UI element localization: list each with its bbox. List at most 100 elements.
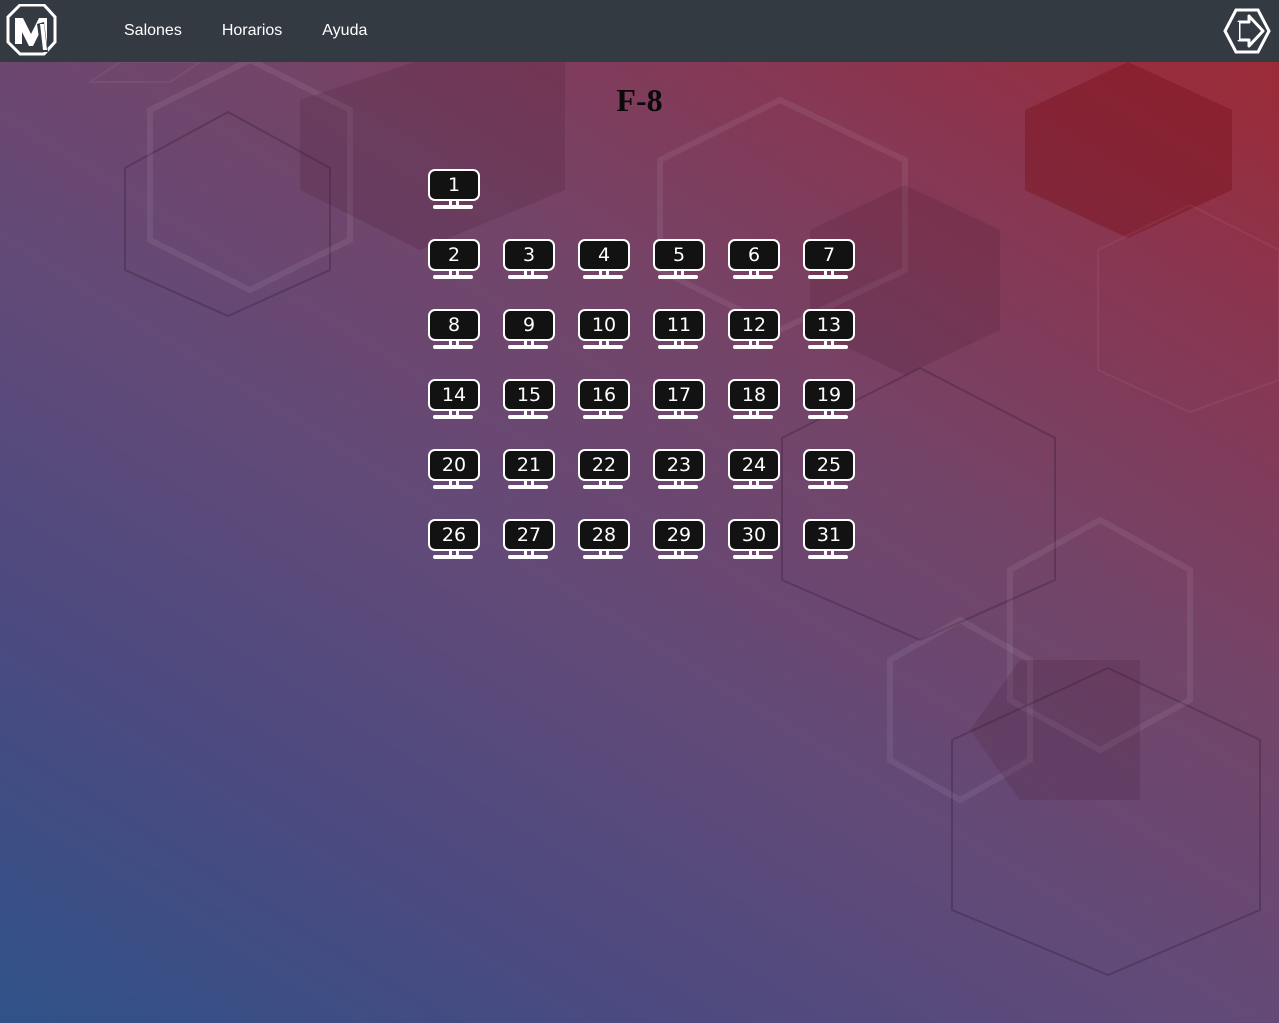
monitor-stand-icon — [733, 339, 773, 349]
computer-number: 13 — [803, 309, 855, 341]
background-hexagons — [86, 56, 1279, 977]
monitor-stand-icon — [433, 409, 473, 419]
computer-number: 29 — [653, 519, 705, 551]
computer-number: 26 — [428, 519, 480, 551]
computer-number: 9 — [503, 309, 555, 341]
computer-number: 24 — [728, 449, 780, 481]
computer-number: 6 — [728, 239, 780, 271]
monitor-stand-icon — [658, 409, 698, 419]
computer-button[interactable]: 31 — [802, 518, 856, 562]
monitor-stand-icon — [733, 549, 773, 559]
nav-link-salones[interactable]: Salones — [104, 22, 202, 40]
computer-button[interactable]: 16 — [577, 378, 631, 422]
monitor-stand-icon — [658, 479, 698, 489]
computer-number: 18 — [728, 379, 780, 411]
monitor-stand-icon — [583, 339, 623, 349]
computer-button[interactable]: 7 — [802, 238, 856, 282]
computer-button[interactable]: 28 — [577, 518, 631, 562]
monitor-stand-icon — [808, 409, 848, 419]
computer-button[interactable]: 3 — [502, 238, 556, 282]
computer-button[interactable]: 11 — [652, 308, 706, 352]
monitor-stand-icon — [508, 549, 548, 559]
computer-button[interactable]: 10 — [577, 308, 631, 352]
computer-button[interactable]: 5 — [652, 238, 706, 282]
computer-number: 14 — [428, 379, 480, 411]
computer-number: 15 — [503, 379, 555, 411]
top-navbar: Salones Horarios Ayuda — [0, 0, 1279, 62]
computer-button[interactable]: 27 — [502, 518, 556, 562]
monitor-stand-icon — [658, 339, 698, 349]
computer-button[interactable]: 25 — [802, 448, 856, 492]
computer-number: 2 — [428, 239, 480, 271]
computer-number: 12 — [728, 309, 780, 341]
computer-number: 19 — [803, 379, 855, 411]
computer-button[interactable]: 17 — [652, 378, 706, 422]
logout-arrow-icon[interactable] — [1223, 8, 1271, 54]
monitor-stand-icon — [433, 269, 473, 279]
computer-number: 1 — [428, 169, 480, 201]
computer-number: 5 — [653, 239, 705, 271]
computer-button[interactable]: 2 — [427, 238, 481, 282]
computer-number: 30 — [728, 519, 780, 551]
computer-number: 8 — [428, 309, 480, 341]
monitor-stand-icon — [733, 479, 773, 489]
monitor-stand-icon — [733, 269, 773, 279]
nav-link-ayuda[interactable]: Ayuda — [302, 22, 387, 40]
computer-number: 7 — [803, 239, 855, 271]
computer-button[interactable]: 20 — [427, 448, 481, 492]
computer-number: 21 — [503, 449, 555, 481]
computer-button[interactable]: 30 — [727, 518, 781, 562]
computer-button[interactable]: 29 — [652, 518, 706, 562]
computer-button[interactable]: 13 — [802, 308, 856, 352]
computer-button[interactable]: 24 — [727, 448, 781, 492]
computer-button[interactable]: 26 — [427, 518, 481, 562]
computer-number: 20 — [428, 449, 480, 481]
computer-button[interactable]: 4 — [577, 238, 631, 282]
computer-button[interactable]: 6 — [727, 238, 781, 282]
monitor-stand-icon — [583, 479, 623, 489]
monitor-stand-icon — [508, 479, 548, 489]
computer-button[interactable]: 12 — [727, 308, 781, 352]
monitor-stand-icon — [433, 339, 473, 349]
monitor-stand-icon — [433, 479, 473, 489]
monitor-stand-icon — [658, 549, 698, 559]
computer-number: 17 — [653, 379, 705, 411]
monitor-stand-icon — [433, 549, 473, 559]
computer-button[interactable]: 15 — [502, 378, 556, 422]
computer-button[interactable]: 23 — [652, 448, 706, 492]
monitor-stand-icon — [433, 199, 473, 209]
computer-number: 10 — [578, 309, 630, 341]
computer-button[interactable]: 9 — [502, 308, 556, 352]
computer-button[interactable]: 18 — [727, 378, 781, 422]
computer-number: 16 — [578, 379, 630, 411]
computer-number: 3 — [503, 239, 555, 271]
computer-button[interactable]: 19 — [802, 378, 856, 422]
computer-button[interactable]: 22 — [577, 448, 631, 492]
monitor-stand-icon — [808, 339, 848, 349]
room-title: F-8 — [616, 82, 663, 118]
computer-button[interactable]: 21 — [502, 448, 556, 492]
monitor-stand-icon — [508, 269, 548, 279]
nav-link-horarios[interactable]: Horarios — [202, 22, 302, 40]
monitor-stand-icon — [733, 409, 773, 419]
computer-number: 4 — [578, 239, 630, 271]
computer-number: 28 — [578, 519, 630, 551]
m-logo-icon[interactable] — [4, 4, 58, 56]
computer-button[interactable]: 14 — [427, 378, 481, 422]
monitor-stand-icon — [583, 269, 623, 279]
monitor-stand-icon — [658, 269, 698, 279]
monitor-stand-icon — [808, 549, 848, 559]
computer-number: 31 — [803, 519, 855, 551]
monitor-stand-icon — [508, 409, 548, 419]
computer-number: 27 — [503, 519, 555, 551]
computer-button[interactable]: 1 — [427, 168, 481, 212]
computer-number: 22 — [578, 449, 630, 481]
computer-button[interactable]: 8 — [427, 308, 481, 352]
monitor-stand-icon — [583, 549, 623, 559]
monitor-stand-icon — [808, 479, 848, 489]
computer-number: 25 — [803, 449, 855, 481]
computer-number: 11 — [653, 309, 705, 341]
computer-number: 23 — [653, 449, 705, 481]
monitor-stand-icon — [508, 339, 548, 349]
monitor-stand-icon — [808, 269, 848, 279]
